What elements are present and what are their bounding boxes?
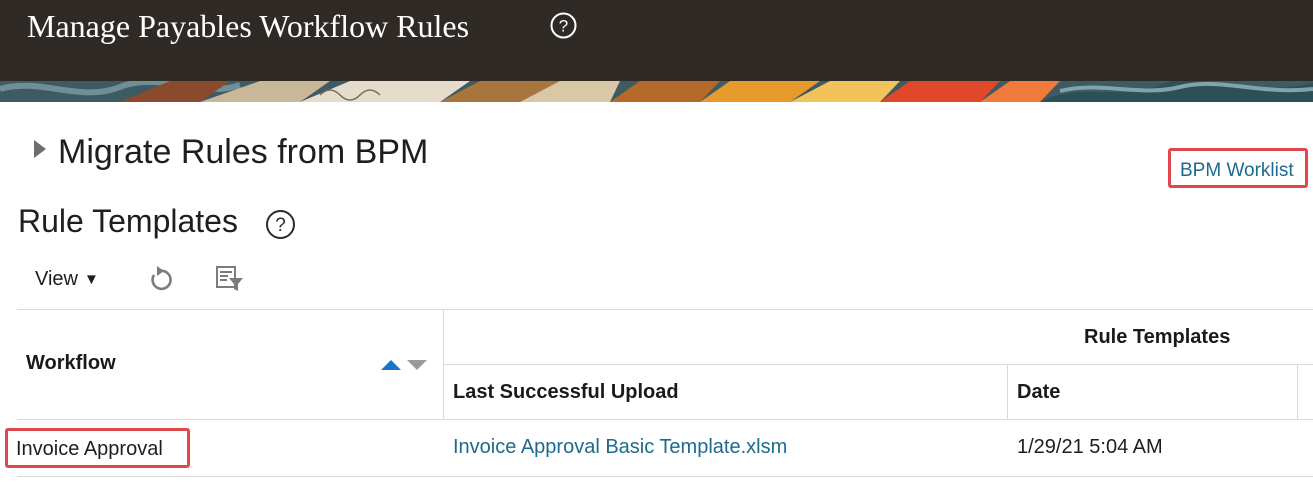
refresh-icon[interactable] [145, 264, 175, 294]
svg-text:?: ? [275, 215, 286, 236]
table-toolbar: View ▼ [35, 262, 335, 298]
query-by-example-icon[interactable] [215, 264, 245, 294]
rule-templates-heading: Rule Templates [18, 203, 238, 239]
column-divider [1007, 365, 1008, 419]
date-cell: 1/29/21 5:04 AM [1017, 436, 1163, 458]
column-divider [1297, 365, 1298, 419]
row-divider [17, 419, 1313, 420]
sort-icons[interactable] [381, 358, 429, 372]
help-icon[interactable]: ? [550, 12, 577, 39]
sort-ascending-icon [381, 360, 401, 370]
column-group-header-rule-templates: Rule Templates [1084, 326, 1231, 348]
migrate-rules-title[interactable]: Migrate Rules from BPM [58, 133, 428, 172]
rule-templates-table: Workflow Rule Templates Last Successful … [5, 309, 1313, 477]
row-divider [443, 364, 1313, 365]
bpm-worklist-link[interactable]: BPM Worklist [1180, 160, 1294, 182]
decorative-banner [0, 81, 1313, 102]
view-menu-button[interactable]: View ▼ [35, 268, 99, 291]
row-divider [17, 476, 1313, 477]
column-header-date[interactable]: Date [1017, 381, 1060, 404]
help-icon[interactable]: ? [265, 209, 296, 240]
title-bar: Manage Payables Workflow Rules ? [0, 0, 1313, 81]
page-title: Manage Payables Workflow Rules [27, 8, 470, 44]
workflow-cell[interactable]: Invoice Approval [16, 438, 163, 461]
bpm-worklist-highlight: BPM Worklist [1168, 148, 1308, 188]
caret-down-icon: ▼ [84, 271, 99, 288]
sort-descending-icon [407, 360, 427, 370]
disclosure-triangle-right-icon[interactable] [33, 138, 47, 160]
last-upload-file-link[interactable]: Invoice Approval Basic Template.xlsm [453, 436, 787, 459]
column-header-workflow[interactable]: Workflow [26, 352, 116, 375]
invoice-approval-highlight: Invoice Approval [5, 428, 190, 468]
svg-text:?: ? [559, 17, 568, 36]
view-menu-label: View [35, 268, 78, 290]
column-header-last-successful-upload[interactable]: Last Successful Upload [453, 381, 679, 404]
